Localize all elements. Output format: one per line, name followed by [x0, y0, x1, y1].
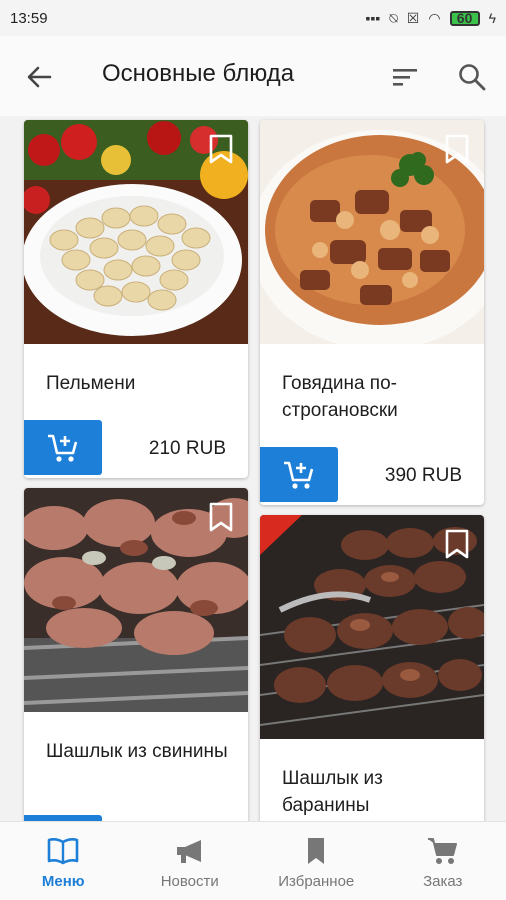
product-card[interactable]: Шашлык из баранины — [260, 515, 484, 821]
wifi-icon: ◠ — [428, 10, 441, 26]
signal-icon: ▪▪▪ — [365, 10, 381, 26]
nav-label-order: Заказ — [423, 873, 463, 890]
product-grid: Пельмени 210 RUB Говядина по-строгановск… — [0, 116, 506, 821]
bookmark-icon[interactable] — [444, 134, 470, 164]
bookmark-icon[interactable] — [444, 529, 470, 559]
product-price: 390 RUB — [384, 465, 462, 486]
status-time: 13:59 — [10, 9, 48, 27]
nav-item-news[interactable]: Новости — [127, 822, 254, 900]
search-icon[interactable] — [455, 60, 489, 94]
add-to-cart-button[interactable] — [260, 447, 338, 502]
bookmark-icon[interactable] — [208, 502, 234, 532]
bookmark-icon[interactable] — [208, 134, 234, 164]
nav-item-favorites[interactable]: Избранное — [253, 822, 380, 900]
cart-icon — [427, 838, 457, 864]
bottom-navigation: Меню Новости Избранное Заказ — [0, 821, 506, 900]
add-cart-icon — [48, 434, 78, 462]
status-icons: ▪▪▪ ⍉ ☒ ◠ 60 ϟ — [365, 10, 496, 26]
status-bar: 13:59 ▪▪▪ ⍉ ☒ ◠ 60 ϟ — [0, 0, 506, 36]
megaphone-icon — [176, 840, 201, 863]
product-name: Шашлык из баранины — [282, 768, 383, 816]
battery-icon: 60 — [449, 10, 480, 26]
add-cart-icon — [284, 461, 314, 489]
arrow-back-icon[interactable] — [22, 60, 56, 94]
nav-item-order[interactable]: Заказ — [380, 822, 506, 900]
product-card[interactable]: Шашлык из свинины — [24, 488, 248, 821]
mute-icon: ⍉ — [389, 10, 398, 26]
nav-label-favorites: Избранное — [278, 873, 355, 890]
sim-icon: ☒ — [406, 10, 420, 26]
add-to-cart-button[interactable] — [24, 420, 102, 475]
product-name: Говядина по-строгановски — [282, 373, 398, 421]
nav-label-menu: Меню — [41, 873, 85, 890]
product-name: Пельмени — [46, 373, 136, 394]
page-title: Основные блюда — [102, 60, 295, 87]
product-card[interactable]: Пельмени 210 RUB — [24, 120, 248, 478]
nav-label-news: Новости — [160, 873, 219, 890]
product-price: 210 RUB — [148, 438, 226, 459]
nav-item-menu[interactable]: Меню — [0, 822, 127, 900]
charging-icon: ϟ — [488, 10, 496, 26]
product-card[interactable]: Говядина по-строгановски 390 RUB — [260, 120, 484, 505]
bookmark-icon — [308, 838, 325, 864]
book-icon — [47, 838, 79, 865]
app-bar: Основные блюда — [0, 36, 506, 116]
sort-icon[interactable] — [388, 60, 422, 94]
product-name: Шашлык из свинины — [46, 741, 228, 762]
